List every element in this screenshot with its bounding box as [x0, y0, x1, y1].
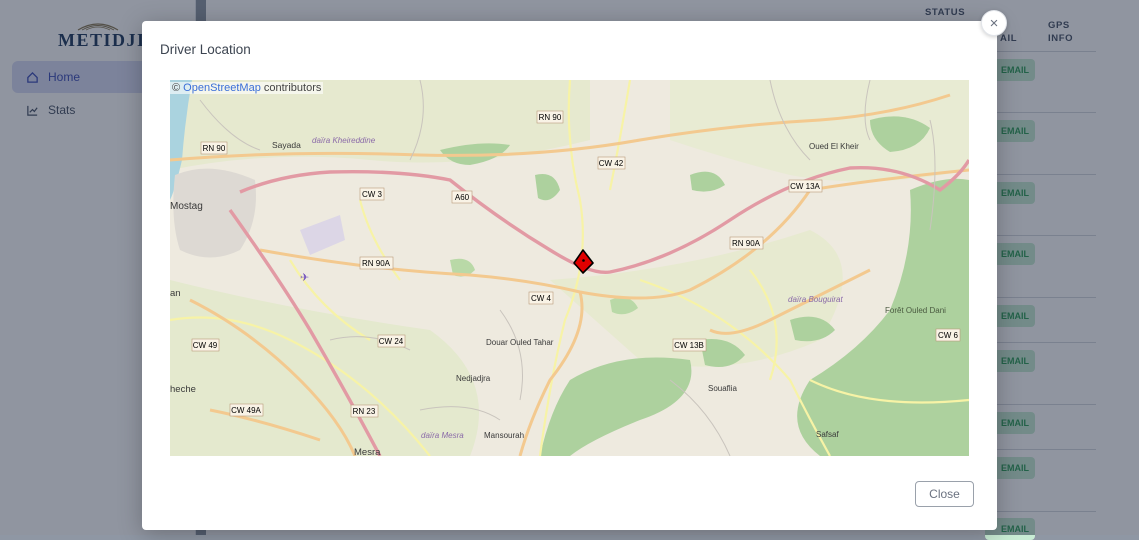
svg-text:CW 13A: CW 13A: [790, 182, 820, 191]
place-label: heche: [170, 384, 196, 395]
place-label: Forêt Ouled Dani: [885, 306, 946, 315]
road-label-rn90a: RN 90A: [359, 256, 394, 270]
road-label-rn23: RN 23: [350, 404, 379, 418]
svg-text:RN 23: RN 23: [353, 407, 376, 416]
place-label: Nedjadjra: [456, 374, 491, 383]
map-canvas[interactable]: RN 90 RN 90 CW 42 A60 CW 3 CW 13A RN 90A…: [170, 80, 969, 456]
place-label: Douar Ouled Tahar: [486, 338, 554, 347]
road-label-cw42: CW 42: [597, 156, 626, 170]
place-label: Oued El Kheir: [809, 142, 859, 151]
svg-text:CW 42: CW 42: [599, 159, 624, 168]
road-label-rn90: RN 90: [536, 110, 564, 124]
road-label-cw13a: CW 13A: [788, 179, 823, 193]
modal-title: Driver Location: [160, 42, 251, 57]
road-label-cw24: CW 24: [377, 334, 406, 348]
place-label: Safsaf: [816, 430, 839, 439]
driver-location-modal: Driver Location × RN 90 RN 90 CW 42 A60 …: [142, 10, 1007, 530]
place-label: Mostag: [170, 201, 203, 212]
svg-text:CW 6: CW 6: [938, 331, 959, 340]
place-label: Souaflia: [708, 384, 737, 393]
svg-text:CW 13B: CW 13B: [674, 341, 704, 350]
place-label: daïra Bouguirat: [788, 295, 843, 304]
close-icon[interactable]: ×: [981, 10, 1007, 36]
map-attribution: © OpenStreetMap contributors: [170, 82, 324, 94]
road-label-cw13b: CW 13B: [672, 338, 707, 352]
svg-text:A60: A60: [455, 193, 470, 202]
road-label-a60: A60: [451, 190, 473, 204]
place-label: daïra Mesra: [421, 431, 464, 440]
svg-text:RN 90: RN 90: [203, 144, 226, 153]
road-label-rn90a: RN 90A: [729, 236, 764, 250]
svg-text:CW 49: CW 49: [193, 341, 218, 350]
svg-text:RN 90A: RN 90A: [732, 239, 761, 248]
svg-text:CW 24: CW 24: [379, 337, 404, 346]
road-label-cw49: CW 49: [191, 338, 220, 352]
map-view[interactable]: RN 90 RN 90 CW 42 A60 CW 3 CW 13A RN 90A…: [170, 80, 969, 456]
close-button[interactable]: Close: [915, 481, 974, 507]
road-label-rn90: RN 90: [200, 141, 228, 155]
place-label: an: [170, 288, 181, 299]
airport-icon: ✈: [300, 271, 309, 284]
svg-text:RN 90A: RN 90A: [362, 259, 391, 268]
road-label-cw49a: CW 49A: [229, 403, 264, 417]
svg-text:CW 49A: CW 49A: [231, 406, 261, 415]
place-label: Mesra: [354, 447, 381, 456]
svg-text:RN 90: RN 90: [539, 113, 562, 122]
place-label: Sayada: [272, 140, 301, 150]
openstreetmap-link[interactable]: OpenStreetMap: [183, 82, 261, 94]
place-label: daïra Kheireddine: [312, 136, 376, 145]
attribution-copyright: ©: [172, 82, 181, 94]
svg-text:CW 4: CW 4: [531, 294, 552, 303]
road-label-cw4: CW 4: [528, 291, 554, 305]
road-label-cw6: CW 6: [935, 328, 961, 342]
place-label: Mansourah: [484, 431, 524, 440]
road-label-cw3: CW 3: [359, 187, 385, 201]
attribution-contributors: contributors: [263, 82, 322, 94]
svg-text:CW 3: CW 3: [362, 190, 383, 199]
